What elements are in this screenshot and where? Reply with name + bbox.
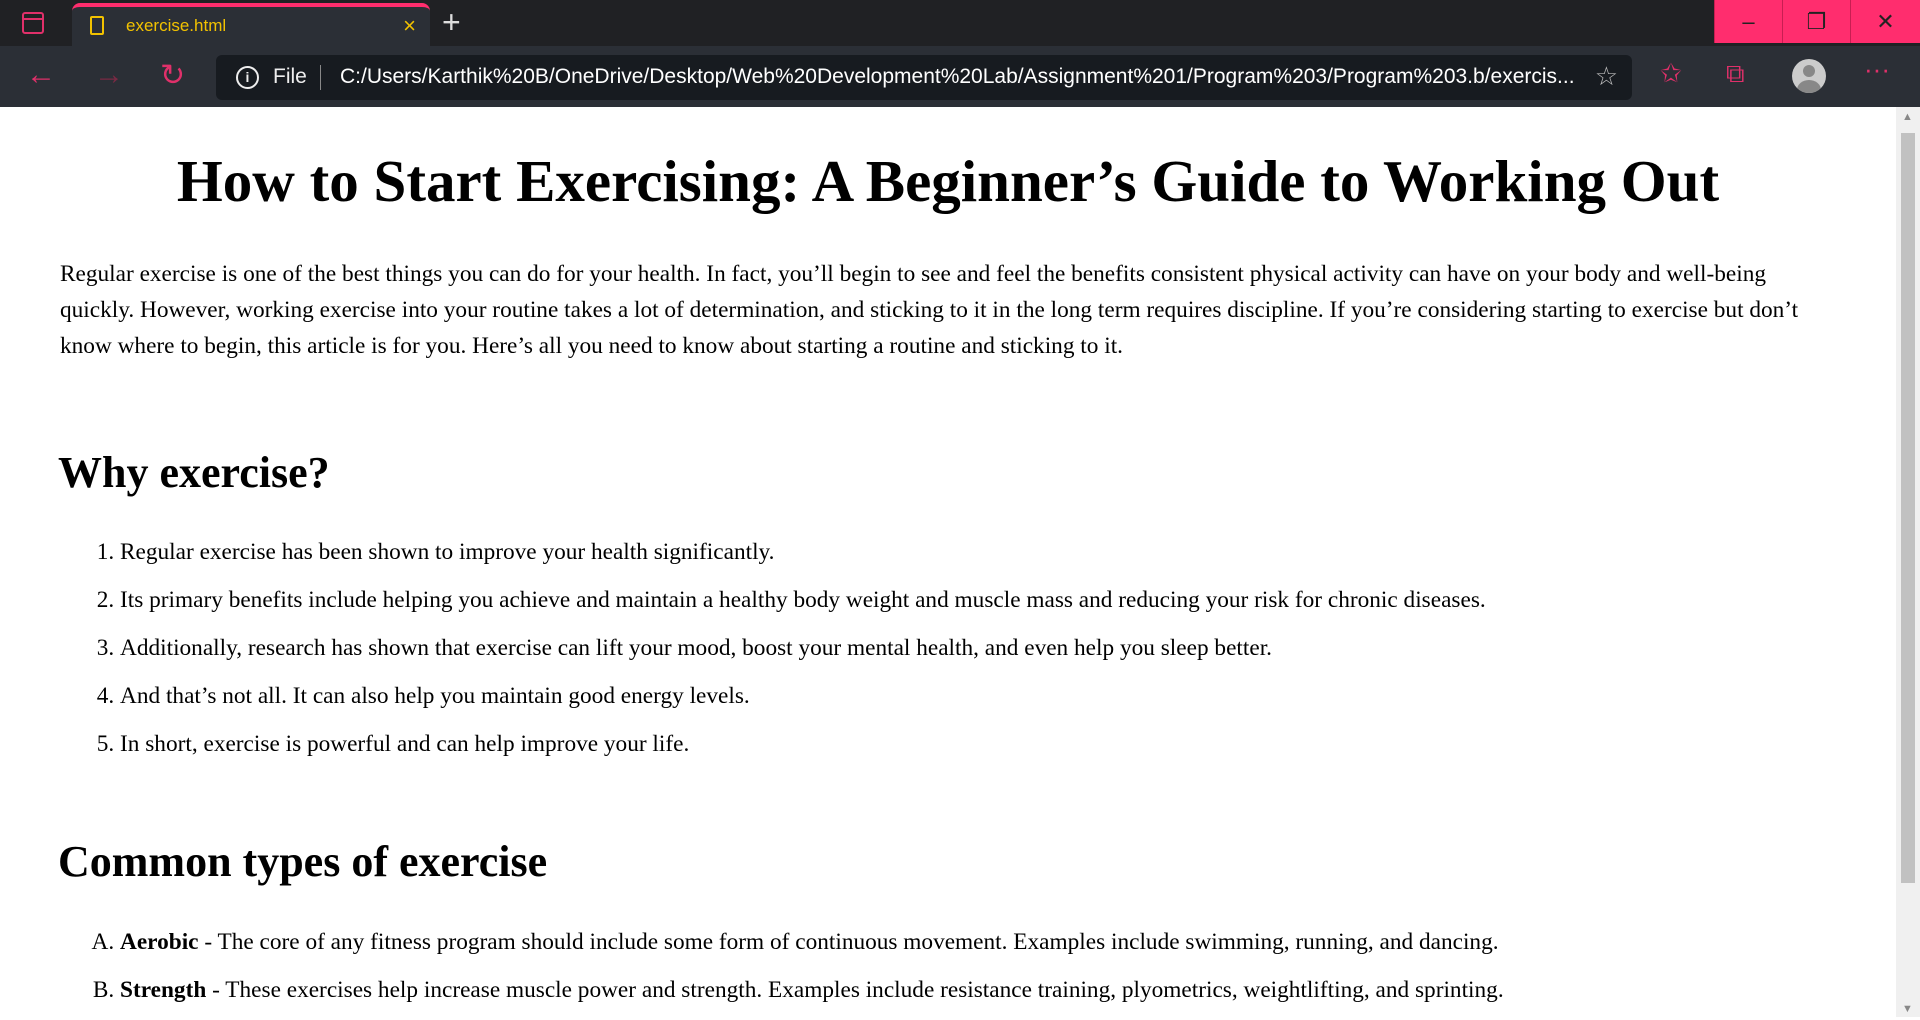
refresh-icon[interactable]: ↻ — [160, 58, 185, 93]
address-bar[interactable]: i File C:/Users/Karthik%20B/OneDrive/Des… — [216, 55, 1632, 100]
list-item: Additionally, research has shown that ex… — [120, 630, 1896, 666]
list-item: Its primary benefits include helping you… — [120, 582, 1896, 618]
intro-paragraph: Regular exercise is one of the best thin… — [60, 261, 1799, 359]
tab-actions-icon[interactable] — [22, 12, 44, 34]
close-window-button[interactable]: ✕ — [1850, 0, 1920, 43]
type-desc: - These exercises help increase muscle p… — [206, 977, 1504, 1003]
minimize-button[interactable]: – — [1714, 0, 1782, 43]
profile-avatar[interactable] — [1792, 59, 1826, 93]
url-text[interactable]: C:/Users/Karthik%20B/OneDrive/Desktop/We… — [340, 65, 1575, 89]
back-icon[interactable]: ← — [26, 58, 56, 92]
why-list: Regular exercise has been shown to impro… — [120, 534, 1896, 762]
close-tab-icon[interactable]: × — [403, 13, 416, 39]
new-tab-button[interactable]: + — [442, 4, 461, 41]
type-name: Strength — [120, 977, 207, 1003]
add-favorite-icon[interactable]: ☆ — [1595, 61, 1618, 92]
tab-title: exercise.html — [126, 16, 227, 35]
list-item: In short, exercise is powerful and can h… — [120, 726, 1896, 762]
list-item: Strength - These exercises help increase… — [120, 972, 1896, 1008]
address-scheme: File — [273, 65, 307, 88]
document-icon — [90, 16, 104, 35]
page-content: How to Start Exercising: A Beginner’s Gu… — [0, 107, 1896, 1020]
divider — [320, 65, 321, 90]
list-item: Regular exercise has been shown to impro… — [120, 534, 1896, 570]
favorites-icon[interactable]: ✩ — [1660, 58, 1682, 89]
forward-icon[interactable]: → — [94, 58, 124, 92]
list-item: Aerobic - The core of any fitness progra… — [120, 924, 1896, 960]
info-icon[interactable]: i — [236, 66, 259, 89]
scrollbar-thumb[interactable] — [1901, 133, 1915, 883]
scrollbar[interactable]: ▲ ▼ — [1896, 107, 1920, 1017]
restore-button[interactable]: ❐ — [1782, 0, 1850, 43]
why-heading: Why exercise? — [58, 448, 330, 497]
type-desc: - The core of any fitness program should… — [198, 929, 1499, 955]
types-heading: Common types of exercise — [58, 837, 548, 886]
tab-exercise[interactable]: exercise.html × — [72, 3, 430, 46]
types-list: Aerobic - The core of any fitness progra… — [120, 924, 1896, 1008]
page-title: How to Start Exercising: A Beginner’s Gu… — [176, 148, 1720, 214]
toolbar: ← → ↻ i File C:/Users/Karthik%20B/OneDri… — [0, 46, 1920, 107]
tab-bar: exercise.html × + – ❐ ✕ — [0, 0, 1920, 46]
collections-icon[interactable]: ⧉ — [1726, 58, 1745, 90]
scroll-up-icon[interactable]: ▲ — [1902, 111, 1913, 123]
list-item: And that’s not all. It can also help you… — [120, 678, 1896, 714]
type-name: Aerobic — [120, 929, 199, 955]
scroll-down-icon[interactable]: ▼ — [1902, 1003, 1913, 1015]
more-icon[interactable]: ··· — [1864, 54, 1890, 85]
